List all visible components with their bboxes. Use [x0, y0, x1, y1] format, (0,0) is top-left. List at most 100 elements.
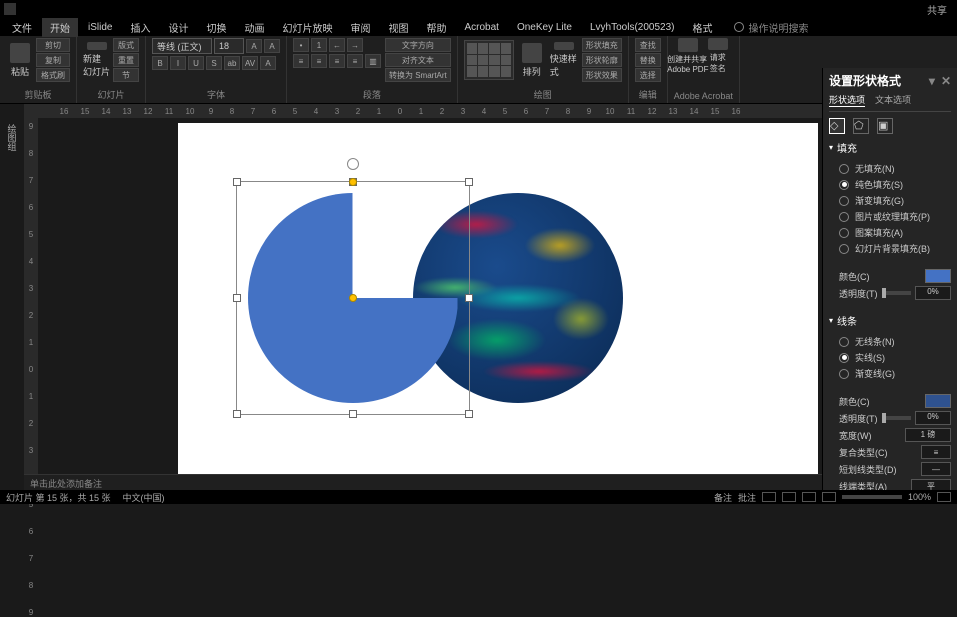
effects-icon[interactable]: ⬠	[853, 118, 869, 134]
fill-option-1[interactable]: 纯色填充(S)	[839, 178, 951, 191]
bullets-button[interactable]: •	[293, 38, 309, 52]
search-placeholder[interactable]: 操作说明搜索	[748, 20, 808, 35]
line-option-0[interactable]: 无线条(N)	[839, 335, 951, 348]
underline-button[interactable]: U	[188, 56, 204, 70]
resize-handle-mr[interactable]	[465, 294, 473, 302]
reset-button[interactable]: 重置	[113, 53, 139, 67]
menu-tab-14[interactable]: 格式	[684, 18, 720, 37]
copy-button[interactable]: 复制	[36, 53, 70, 67]
numbering-button[interactable]: 1	[311, 38, 327, 52]
menu-tab-13[interactable]: LvyhTools(200523)	[582, 20, 683, 35]
compound-type-combo[interactable]: ≡	[921, 445, 951, 459]
fill-transparency-slider[interactable]	[882, 291, 912, 295]
shape-effects-button[interactable]: 形状效果	[582, 68, 622, 82]
shapes-gallery[interactable]	[464, 40, 514, 80]
layout-button[interactable]: 版式	[113, 38, 139, 52]
menu-tab-8[interactable]: 审阅	[342, 18, 378, 37]
align-center-button[interactable]: ≡	[311, 54, 327, 68]
sorter-view-button[interactable]	[782, 492, 796, 502]
smartart-button[interactable]: 转换为 SmartArt	[385, 68, 451, 82]
notes-pane[interactable]: 单击此处添加备注	[24, 474, 822, 490]
notes-toggle[interactable]: 备注	[714, 491, 732, 504]
size-props-icon[interactable]: ▣	[877, 118, 893, 134]
columns-button[interactable]: ▥	[365, 54, 381, 68]
menu-tab-5[interactable]: 切换	[198, 18, 234, 37]
resize-handle-bm[interactable]	[349, 410, 357, 418]
align-text-button[interactable]: 对齐文本	[385, 53, 451, 67]
increase-font-button[interactable]: A	[246, 39, 262, 53]
slideshow-view-button[interactable]	[822, 492, 836, 502]
replace-button[interactable]: 替换	[635, 53, 661, 67]
menu-tab-4[interactable]: 设计	[160, 18, 196, 37]
line-transparency-slider[interactable]	[882, 416, 912, 420]
slide-canvas-area[interactable]	[38, 118, 957, 488]
menu-tab-9[interactable]: 视图	[380, 18, 416, 37]
panel-tab-0[interactable]: 形状选项	[829, 93, 865, 107]
menu-tab-10[interactable]: 帮助	[418, 18, 454, 37]
menu-tab-12[interactable]: OneKey Lite	[509, 20, 580, 35]
indent-dec-button[interactable]: ←	[329, 38, 345, 52]
dash-type-combo[interactable]: —	[921, 462, 951, 476]
horizontal-ruler[interactable]: 1615141312111098765432101234567891011121…	[24, 104, 822, 118]
shape-outline-button[interactable]: 形状轮廓	[582, 53, 622, 67]
line-width-input[interactable]: 1 磅	[905, 428, 951, 442]
quick-styles-button[interactable]: 快速样式	[550, 42, 578, 78]
fill-section-header[interactable]: 填充	[829, 140, 951, 155]
panel-tab-1[interactable]: 文本选项	[875, 93, 911, 107]
resize-handle-br[interactable]	[465, 410, 473, 418]
indent-inc-button[interactable]: →	[347, 38, 363, 52]
menu-tab-2[interactable]: iSlide	[80, 20, 120, 35]
line-option-1[interactable]: 实线(S)	[839, 351, 951, 364]
select-button[interactable]: 选择	[635, 68, 661, 82]
create-pdf-button[interactable]: 创建并共享 Adobe PDF	[674, 38, 702, 74]
format-painter-button[interactable]: 格式刷	[36, 68, 70, 82]
rotate-handle[interactable]	[347, 158, 359, 170]
fit-to-window-button[interactable]	[937, 492, 951, 502]
language-indicator[interactable]: 中文(中国)	[123, 491, 165, 504]
decrease-font-button[interactable]: A	[264, 39, 280, 53]
zoom-slider[interactable]	[842, 495, 902, 499]
menu-tab-11[interactable]: Acrobat	[456, 20, 506, 35]
shape-fill-button[interactable]: 形状填充	[582, 38, 622, 52]
cap-type-combo[interactable]: 平	[911, 479, 951, 490]
cut-button[interactable]: 剪切	[36, 38, 70, 52]
reading-view-button[interactable]	[802, 492, 816, 502]
resize-handle-ml[interactable]	[233, 294, 241, 302]
menu-tab-7[interactable]: 幻灯片放映	[274, 18, 340, 37]
new-slide-button[interactable]: 新建 幻灯片	[83, 42, 111, 78]
menu-tab-1[interactable]: 开始	[42, 18, 78, 37]
menu-tab-6[interactable]: 动画	[236, 18, 272, 37]
arrange-button[interactable]: 排列	[518, 42, 546, 78]
section-button[interactable]: 节	[113, 68, 139, 82]
align-left-button[interactable]: ≡	[293, 54, 309, 68]
line-option-2[interactable]: 渐变线(G)	[839, 367, 951, 380]
resize-handle-bl[interactable]	[233, 410, 241, 418]
strike-button[interactable]: S	[206, 56, 222, 70]
paste-button[interactable]: 粘贴	[6, 42, 34, 78]
comments-toggle[interactable]: 批注	[738, 491, 756, 504]
menu-tab-0[interactable]: 文件	[4, 18, 40, 37]
resize-handle-tr[interactable]	[465, 178, 473, 186]
vertical-ruler[interactable]: 9876543210123456789	[24, 118, 38, 488]
selection-box[interactable]	[236, 181, 470, 415]
left-panel-label[interactable]: 绘图组	[6, 124, 19, 151]
text-direction-button[interactable]: 文字方向	[385, 38, 451, 52]
fill-transparency-input[interactable]: 0%	[915, 286, 951, 300]
panel-dropdown-icon[interactable]: ▾	[929, 74, 935, 88]
fill-color-swatch[interactable]	[925, 269, 951, 283]
adjust-handle-2[interactable]	[349, 294, 357, 302]
fill-option-5[interactable]: 幻灯片背景填充(B)	[839, 242, 951, 255]
find-button[interactable]: 查找	[635, 38, 661, 52]
fill-option-0[interactable]: 无填充(N)	[839, 162, 951, 175]
resize-handle-tl[interactable]	[233, 178, 241, 186]
italic-button[interactable]: I	[170, 56, 186, 70]
fill-option-2[interactable]: 渐变填充(G)	[839, 194, 951, 207]
fill-line-icon[interactable]: ◇	[829, 118, 845, 134]
line-transparency-input[interactable]: 0%	[915, 411, 951, 425]
spacing-button[interactable]: AV	[242, 56, 258, 70]
font-color-button[interactable]: A	[260, 56, 276, 70]
adjust-handle-1[interactable]	[349, 178, 357, 186]
justify-button[interactable]: ≡	[347, 54, 363, 68]
line-section-header[interactable]: 线条	[829, 313, 951, 328]
line-color-swatch[interactable]	[925, 394, 951, 408]
